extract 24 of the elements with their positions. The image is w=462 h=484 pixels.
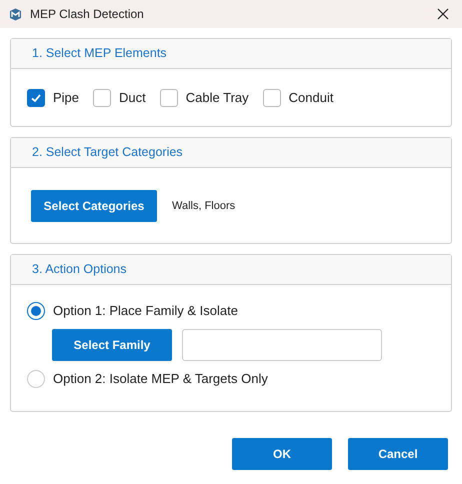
radio-button[interactable]: [27, 302, 45, 320]
close-button[interactable]: [435, 6, 451, 22]
selected-categories: Walls, Floors: [172, 198, 236, 214]
window-title: MEP Clash Detection: [30, 6, 144, 23]
checkbox[interactable]: [160, 89, 178, 107]
section-title: 1. Select MEP Elements: [32, 45, 167, 62]
radio-label: Option 2: Isolate MEP & Targets Only: [53, 370, 268, 388]
select-family-button[interactable]: Select Family: [52, 329, 172, 361]
select-categories-button[interactable]: Select Categories: [31, 190, 157, 222]
checkbox[interactable]: [93, 89, 112, 107]
check-icon: [30, 92, 42, 104]
section-title: 2. Select Target Categories: [32, 144, 183, 162]
checkbox-label: Pipe: [53, 89, 80, 108]
checkbox-label: Duct: [119, 89, 146, 108]
checkbox-label: Cable Tray: [186, 89, 249, 108]
app-logo-icon: [9, 8, 22, 20]
cancel-button[interactable]: Cancel: [348, 438, 448, 470]
checkbox-label: Conduit: [288, 89, 334, 108]
family-field[interactable]: [182, 329, 382, 361]
checkbox[interactable]: [262, 89, 281, 107]
radio-label: Option 1: Place Family & Isolate: [53, 302, 238, 320]
section-title: 3. Action Options: [32, 261, 127, 278]
checkbox[interactable]: [27, 89, 45, 107]
ok-button[interactable]: OK: [232, 438, 332, 470]
